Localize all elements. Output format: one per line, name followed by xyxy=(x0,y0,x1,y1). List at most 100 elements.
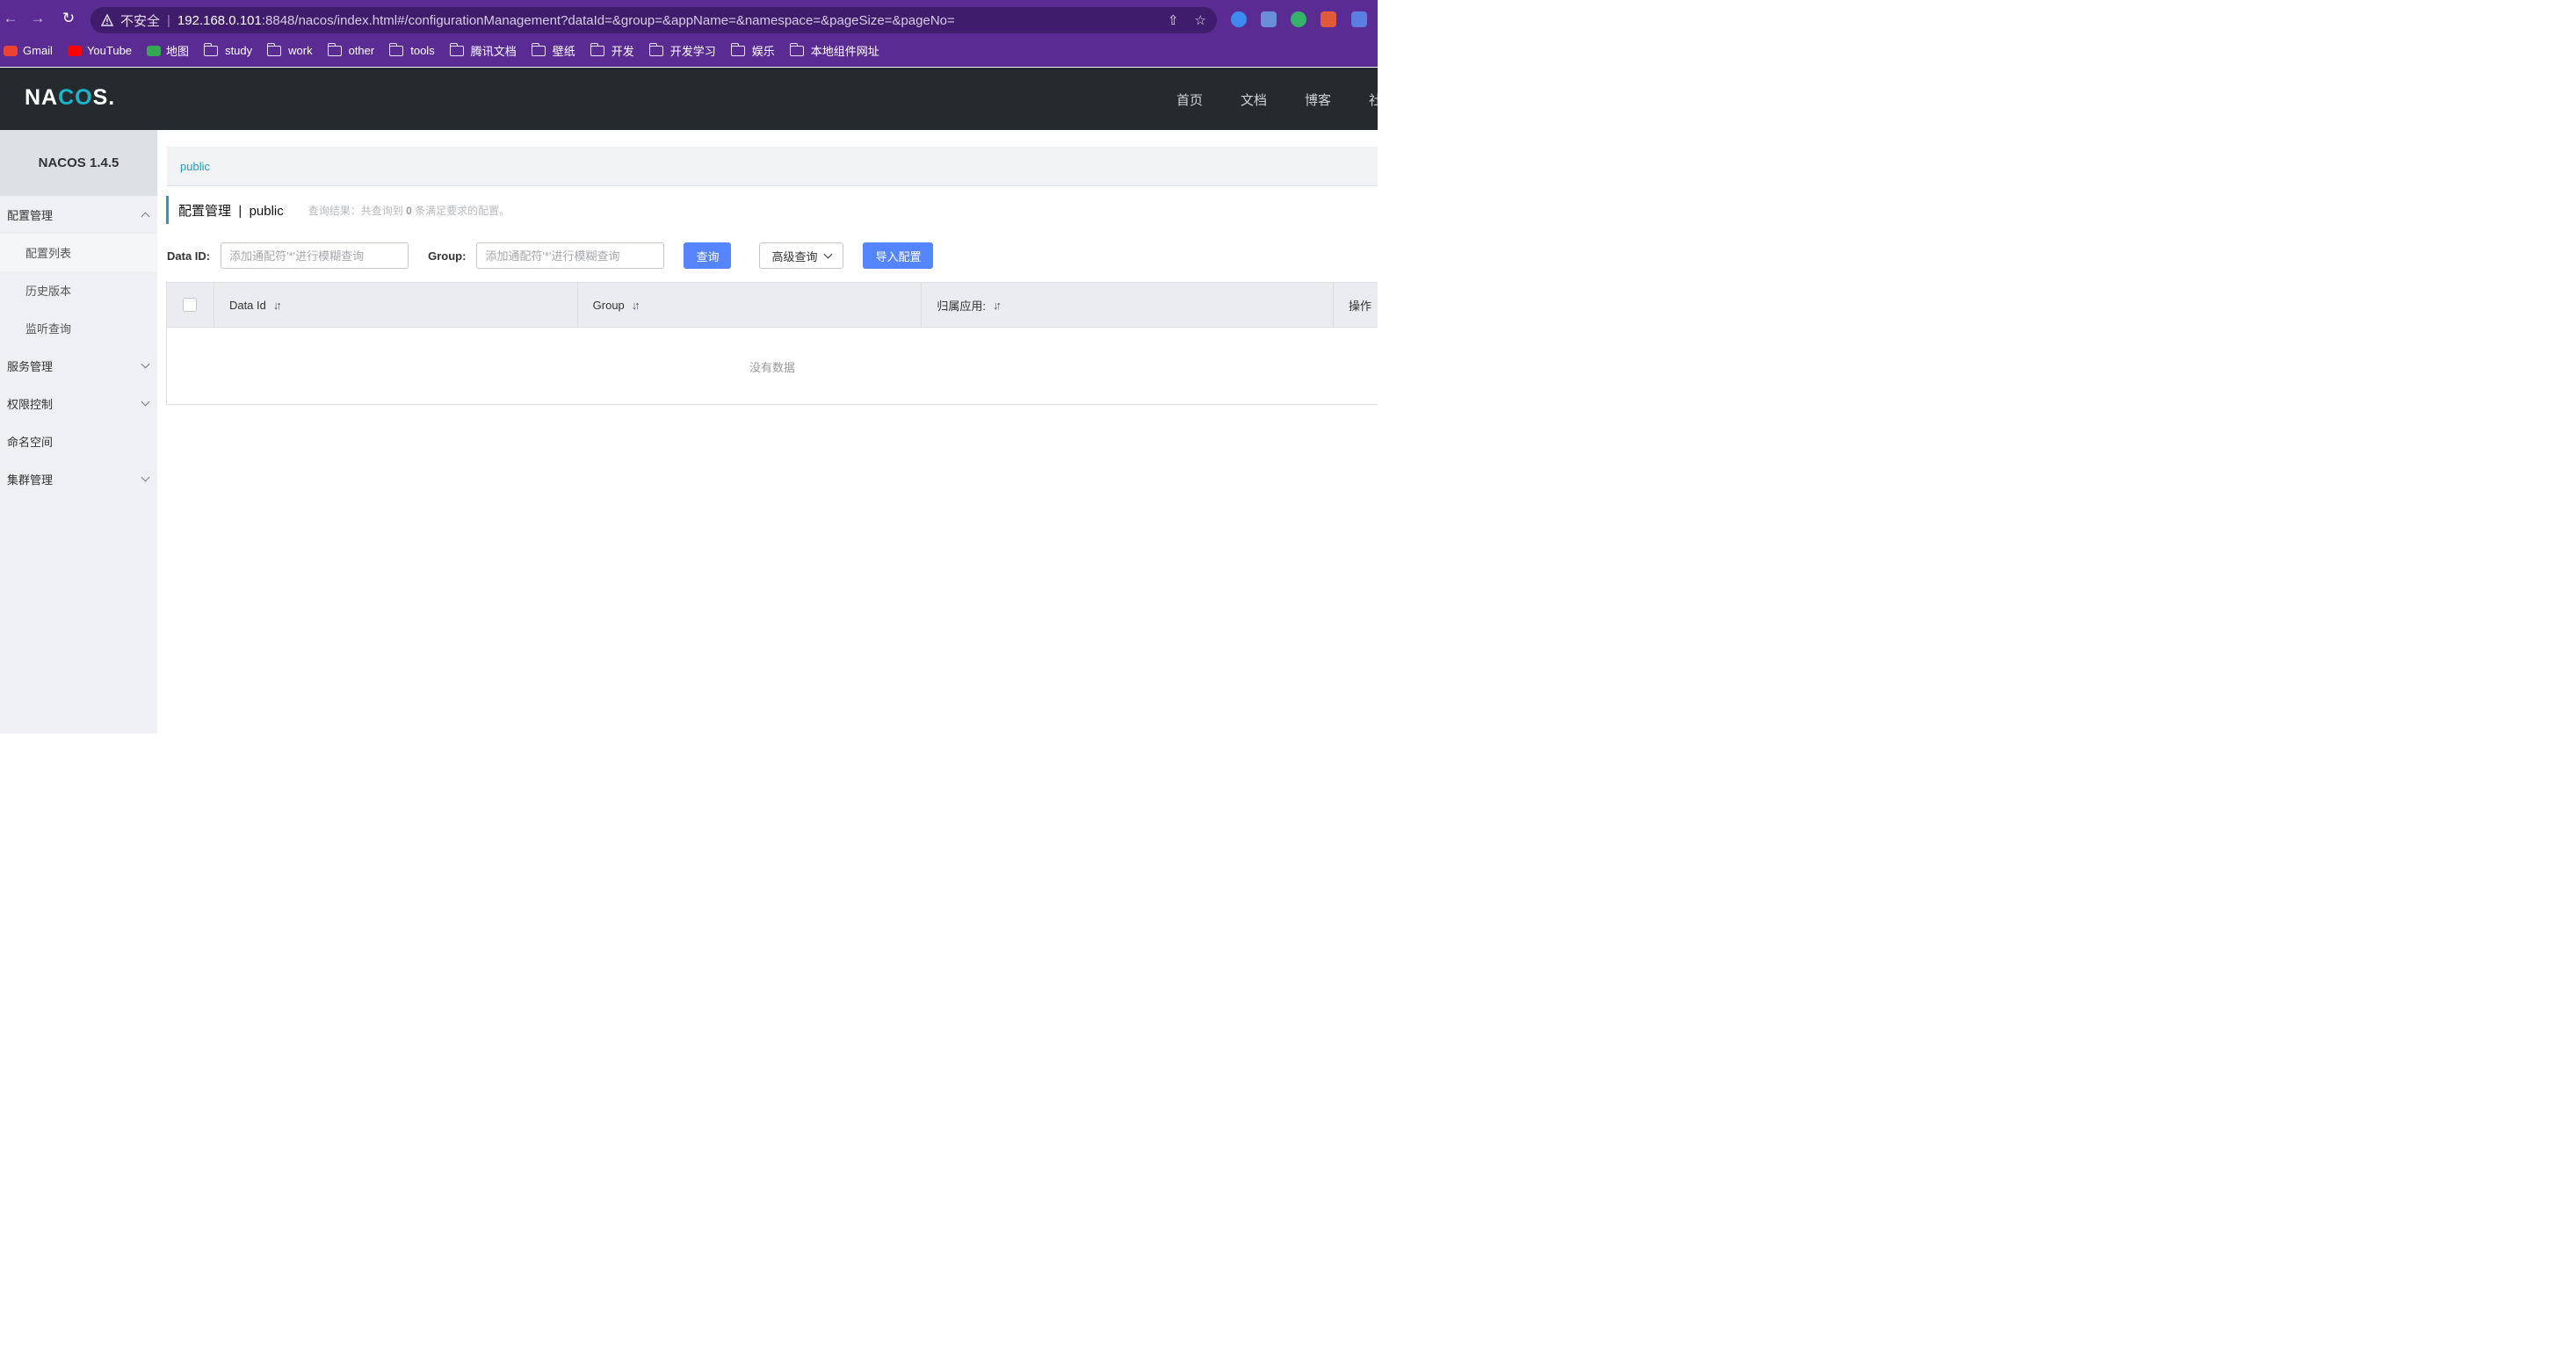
url-host: 192.168.0.101 xyxy=(177,12,262,28)
bookmark-label: tools xyxy=(410,44,435,57)
folder-icon xyxy=(590,42,604,56)
chevron-down-icon xyxy=(141,473,150,482)
select-all-cell xyxy=(167,283,214,327)
nav-docs[interactable]: 文档 xyxy=(1241,90,1267,109)
bookmark-label: YouTube xyxy=(86,44,133,57)
extension-icon[interactable] xyxy=(1231,11,1247,27)
sidebar-item-label: 服务管理 xyxy=(7,360,54,373)
sidebar-item-service-management[interactable]: 服务管理 xyxy=(0,347,157,385)
column-label: Data Id xyxy=(228,298,266,312)
import-config-button[interactable]: 导入配置 xyxy=(863,242,934,269)
column-app[interactable]: 归属应用: ↓↑ xyxy=(922,283,1335,327)
column-label: 操作 xyxy=(1349,299,1372,313)
sort-icon[interactable]: ↓↑ xyxy=(993,299,1002,312)
bookmark-folder[interactable]: 腾讯文档 xyxy=(449,42,517,59)
star-icon[interactable]: ☆ xyxy=(1195,12,1206,28)
sidebar-item-cluster-management[interactable]: 集群管理 xyxy=(0,460,157,498)
sidebar-item-namespace[interactable]: 命名空间 xyxy=(0,422,157,460)
translate-icon[interactable] xyxy=(1351,11,1367,27)
folder-icon xyxy=(789,42,804,56)
gmail-icon xyxy=(4,45,18,56)
insecure-label: 不安全 xyxy=(120,13,161,29)
empty-state: 没有数据 xyxy=(749,360,795,374)
warning-icon xyxy=(101,14,113,26)
folder-icon xyxy=(648,42,663,56)
bookmark-folder[interactable]: 开发 xyxy=(590,42,634,59)
result-prefix: 查询结果：共查询到 xyxy=(308,204,407,217)
column-data-id[interactable]: Data Id ↓↑ xyxy=(214,283,578,327)
sidebar-item-history[interactable]: 历史版本 xyxy=(0,271,157,309)
nacos-logo[interactable]: NACOS. xyxy=(25,85,115,111)
folder-icon xyxy=(730,42,745,56)
dataid-input[interactable] xyxy=(221,242,409,269)
sidebar-item-label: 命名空间 xyxy=(7,436,54,449)
bookmark-folder[interactable]: other xyxy=(327,42,375,57)
bookmarks-bar: Gmail YouTube 地图 study work other tools … xyxy=(0,35,1378,67)
extension-icon[interactable] xyxy=(1291,11,1306,27)
top-nav: 首页 文档 博客 社 xyxy=(1176,90,1378,109)
forward-icon[interactable]: → xyxy=(27,8,48,29)
nav-community[interactable]: 社 xyxy=(1369,90,1378,109)
extension-icon[interactable] xyxy=(1261,11,1277,27)
config-table: Data Id ↓↑ Group ↓↑ 归属应用: ↓↑ 操作 没有数据 xyxy=(166,282,1378,405)
table-header: Data Id ↓↑ Group ↓↑ 归属应用: ↓↑ 操作 xyxy=(167,283,1378,328)
bookmark-folder[interactable]: work xyxy=(267,42,313,57)
bookmark-gmail[interactable]: Gmail xyxy=(4,44,53,57)
nav-blog[interactable]: 博客 xyxy=(1305,90,1331,109)
sort-icon[interactable]: ↓↑ xyxy=(273,299,282,312)
query-result-text: 查询结果：共查询到 0 条满足要求的配置。 xyxy=(308,203,510,218)
chevron-down-icon xyxy=(141,397,150,407)
folder-icon xyxy=(531,42,546,56)
sidebar: NACOS 1.4.5 配置管理 配置列表 历史版本 监听查询 服务管理 权限控… xyxy=(0,130,157,733)
logo-text: NA xyxy=(25,85,59,110)
chevron-down-icon xyxy=(141,359,150,369)
query-button[interactable]: 查询 xyxy=(684,242,732,269)
select-all-checkbox[interactable] xyxy=(183,298,198,312)
group-label: Group: xyxy=(428,249,467,263)
sidebar-item-label: 集群管理 xyxy=(7,473,54,487)
bookmark-label: 开发 xyxy=(611,45,634,58)
advanced-query-label: 高级查询 xyxy=(771,249,818,264)
sidebar-item-label: 权限控制 xyxy=(7,398,54,411)
bookmark-label: 本地组件网址 xyxy=(810,45,879,58)
bookmark-folder[interactable]: 娱乐 xyxy=(730,42,775,59)
bookmark-label: Gmail xyxy=(23,44,53,57)
url-separator: | xyxy=(167,12,170,28)
sidebar-item-auth-control[interactable]: 权限控制 xyxy=(0,385,157,422)
namespace-tab-public[interactable]: public xyxy=(180,160,210,173)
column-label: 归属应用: xyxy=(937,299,986,313)
nav-home[interactable]: 首页 xyxy=(1176,90,1203,109)
logo-text-accent: CO xyxy=(58,85,93,110)
sort-icon[interactable]: ↓↑ xyxy=(632,299,640,312)
reload-icon[interactable]: ↻ xyxy=(58,8,79,29)
bookmark-label: 开发学习 xyxy=(669,45,716,58)
extension-icon[interactable] xyxy=(1321,11,1336,27)
advanced-query-button[interactable]: 高级查询 xyxy=(759,242,844,269)
column-actions: 操作 xyxy=(1334,283,1378,327)
folder-icon xyxy=(327,42,342,56)
column-label: Group xyxy=(592,298,625,312)
sidebar-item-listen-query[interactable]: 监听查询 xyxy=(0,309,157,347)
result-count: 0 xyxy=(406,204,412,217)
folder-icon xyxy=(449,42,464,56)
bookmark-folder[interactable]: study xyxy=(204,42,252,57)
folder-icon xyxy=(267,42,282,56)
address-bar[interactable]: 不安全 | 192.168.0.101:8848/nacos/index.htm… xyxy=(90,7,1217,33)
column-group[interactable]: Group ↓↑ xyxy=(578,283,923,327)
bookmark-folder[interactable]: 壁纸 xyxy=(531,42,575,59)
bookmark-folder[interactable]: 本地组件网址 xyxy=(789,42,879,59)
bookmark-folder[interactable]: tools xyxy=(389,42,435,57)
bookmark-folder[interactable]: 开发学习 xyxy=(648,42,716,59)
share-icon[interactable]: ⇧ xyxy=(1168,12,1179,28)
group-input[interactable] xyxy=(476,242,665,269)
bookmark-label: 地图 xyxy=(166,45,190,58)
sidebar-item-config-list[interactable]: 配置列表 xyxy=(0,234,157,271)
bookmark-youtube[interactable]: YouTube xyxy=(67,44,133,57)
bookmark-maps[interactable]: 地图 xyxy=(147,42,189,59)
back-icon[interactable]: ← xyxy=(0,8,21,29)
url-path: :8848/nacos/index.html#/configurationMan… xyxy=(261,12,955,28)
bookmark-label: other xyxy=(348,44,375,57)
folder-icon xyxy=(389,42,404,56)
sidebar-item-config-management[interactable]: 配置管理 xyxy=(0,196,157,234)
namespace-bar: public xyxy=(167,147,1378,186)
